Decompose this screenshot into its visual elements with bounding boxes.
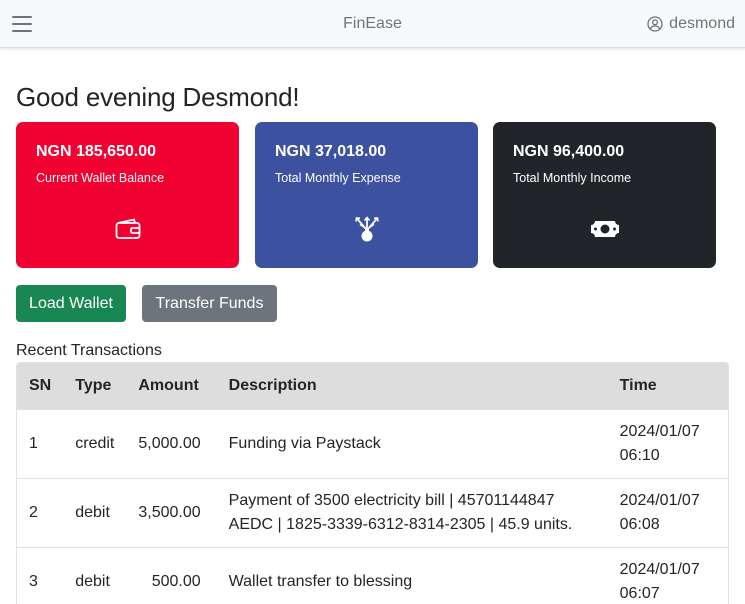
header-sn: SN xyxy=(29,376,52,394)
cell-amount: 5,000.00 xyxy=(138,434,201,452)
time-clock: 06:10 xyxy=(619,446,660,464)
time-clock: 06:07 xyxy=(619,584,660,602)
recent-transactions-title: Recent Transactions xyxy=(16,342,162,359)
monthly-income-label: Total Monthly Income xyxy=(513,171,632,185)
time-date: 2024/01/07 xyxy=(619,491,700,509)
cell-time: 2024/01/07 06:08 xyxy=(608,478,728,547)
table-row: 2 debit 3,500.00 Payment of 3500 electri… xyxy=(17,478,728,547)
cell-amount: 3,500.00 xyxy=(138,503,201,521)
brand-name[interactable]: FinEase xyxy=(0,15,745,33)
cash-icon xyxy=(590,221,619,237)
page-greeting: Good evening Desmond! xyxy=(16,82,300,112)
monthly-expense-card: NGN 37,018.00 Total Monthly Expense xyxy=(255,122,478,268)
username: desmond xyxy=(669,15,735,32)
wallet-icon xyxy=(115,218,140,239)
cell-time: 2024/01/07 06:10 xyxy=(608,409,728,478)
time-date: 2024/01/07 xyxy=(619,422,700,440)
header-amount: Amount xyxy=(138,376,199,394)
user-circle-icon xyxy=(647,16,663,32)
cell-type: debit xyxy=(75,503,110,521)
monthly-expense-label: Total Monthly Expense xyxy=(275,171,401,185)
load-wallet-button[interactable]: Load Wallet xyxy=(16,285,126,322)
description-line: Payment of 3500 electricity bill | 45701… xyxy=(228,491,555,509)
cell-sn: 2 xyxy=(29,503,38,521)
wallet-balance-card: NGN 185,650.00 Current Wallet Balance xyxy=(16,122,239,268)
header-type: Type xyxy=(75,376,112,394)
cell-type: debit xyxy=(75,572,110,590)
cell-description: Funding via Paystack xyxy=(217,409,608,478)
description-line: Funding via Paystack xyxy=(228,434,381,452)
cell-type: credit xyxy=(75,434,115,452)
time-clock: 06:08 xyxy=(619,515,660,533)
description-line: Wallet transfer to blessing xyxy=(228,572,413,590)
table-row: 3 debit 500.00 Wallet transfer to blessi… xyxy=(17,547,728,604)
time-date: 2024/01/07 xyxy=(619,560,700,578)
wallet-balance-label: Current Wallet Balance xyxy=(36,171,165,185)
transactions-table: SN Type Amount Description Time 1 credit… xyxy=(16,362,729,604)
header-time: Time xyxy=(619,376,657,394)
monthly-expense-amount: NGN 37,018.00 xyxy=(275,143,387,160)
monthly-income-card: NGN 96,400.00 Total Monthly Income xyxy=(493,122,716,268)
description-line: AEDC | 1825-3339-6312-8314-2305 | 45.9 u… xyxy=(228,515,573,533)
cell-description: Wallet transfer to blessing xyxy=(217,547,608,604)
table-row: 1 credit 5,000.00 Funding via Paystack 2… xyxy=(17,409,728,478)
monthly-income-amount: NGN 96,400.00 xyxy=(513,143,625,160)
cell-time: 2024/01/07 06:07 xyxy=(608,547,728,604)
table-header-row: SN Type Amount Description Time xyxy=(17,363,728,409)
cell-description: Payment of 3500 electricity bill | 45701… xyxy=(217,478,608,547)
header-description: Description xyxy=(228,376,317,394)
cell-sn: 3 xyxy=(29,572,38,590)
user-menu[interactable]: desmond xyxy=(647,15,735,33)
top-navbar: FinEase desmond xyxy=(0,0,745,48)
transfer-funds-button[interactable]: Transfer Funds xyxy=(142,285,277,322)
cell-amount: 500.00 xyxy=(151,572,201,590)
money-bag-outflow-icon xyxy=(354,216,379,242)
cell-sn: 1 xyxy=(29,434,38,452)
wallet-balance-amount: NGN 185,650.00 xyxy=(36,143,157,160)
